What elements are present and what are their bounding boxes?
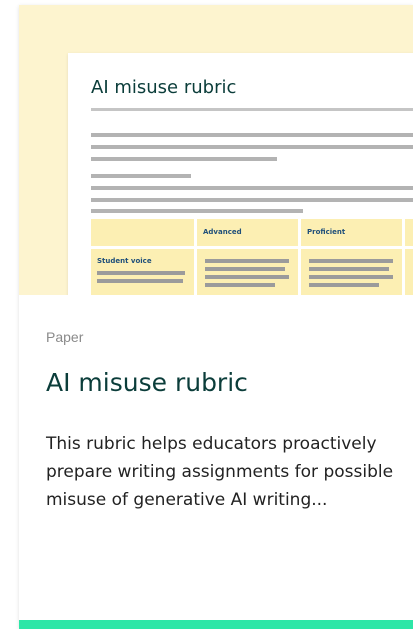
preview-cell-line <box>205 267 285 271</box>
preview-cell-line <box>205 275 289 279</box>
resource-card[interactable]: AI misuse rubric Advanced Proficient Stu… <box>19 5 413 629</box>
preview-row-cell <box>301 249 402 295</box>
preview-header-cell-advanced: Advanced <box>197 219 298 246</box>
preview-cell-line <box>309 267 389 271</box>
preview-text-line <box>91 133 413 137</box>
preview-cell-line <box>309 259 393 263</box>
preview-row-label: Student voice <box>97 257 152 265</box>
card-description: This rubric helps educators proactively … <box>46 434 394 510</box>
preview-header-cell-empty <box>91 219 194 246</box>
preview-header-cell-proficient: Proficient <box>301 219 402 246</box>
card-thumbnail[interactable]: AI misuse rubric Advanced Proficient Stu… <box>19 5 413 295</box>
card-title[interactable]: AI misuse rubric <box>46 368 248 397</box>
preview-row-label-cell: Student voice <box>91 249 194 295</box>
preview-row-cell <box>197 249 298 295</box>
preview-doc-title: AI misuse rubric <box>91 77 237 98</box>
preview-header-advanced: Advanced <box>203 228 242 236</box>
page: AI misuse rubric Advanced Proficient Stu… <box>0 0 413 629</box>
preview-text-line <box>91 209 303 213</box>
preview-header-cell-more <box>405 219 413 246</box>
document-preview: AI misuse rubric Advanced Proficient Stu… <box>68 53 413 295</box>
preview-cell-line <box>309 275 393 279</box>
preview-title-rule <box>91 108 413 111</box>
card-category: Paper <box>46 329 84 345</box>
preview-header-proficient: Proficient <box>307 228 346 236</box>
preview-text-line <box>91 145 413 149</box>
preview-row-cell <box>405 249 413 295</box>
preview-cell-line <box>97 271 185 275</box>
preview-cell-line <box>309 283 379 287</box>
card-accent-bar <box>19 620 413 629</box>
preview-cell-line <box>97 279 183 283</box>
preview-text-line <box>91 186 413 190</box>
preview-rubric-table: Advanced Proficient Student voice <box>91 219 413 295</box>
preview-cell-line <box>205 283 275 287</box>
preview-text-line <box>91 157 277 161</box>
preview-text-line <box>91 198 413 202</box>
preview-text-line <box>91 174 191 178</box>
preview-cell-line <box>205 259 289 263</box>
